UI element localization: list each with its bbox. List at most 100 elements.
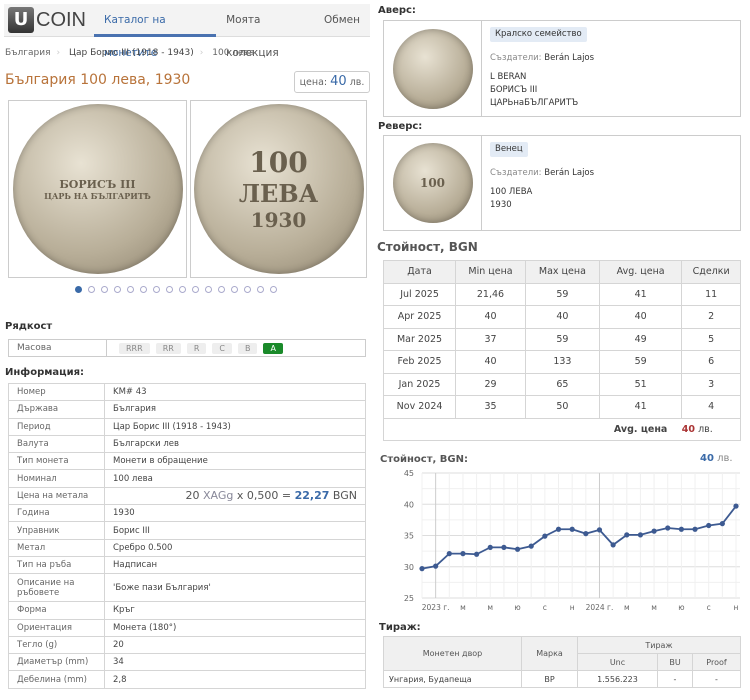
gallery-dot[interactable] — [88, 286, 95, 293]
obverse-tag[interactable]: Кралско семейство — [490, 27, 587, 42]
data-point[interactable] — [692, 526, 698, 532]
info-value: Български лев — [104, 434, 366, 454]
tab-catalog[interactable]: Каталог на монетите — [94, 4, 217, 59]
value-cell: 6 — [681, 350, 741, 374]
reverse-photo[interactable]: 100 ЛЕВА 1930 — [190, 100, 367, 278]
info-row: Управник Борис III — [8, 521, 366, 540]
gallery-dot[interactable] — [140, 286, 147, 293]
data-point[interactable] — [583, 531, 589, 537]
gallery-dot[interactable] — [114, 286, 121, 293]
value-table: Дата Min цена Max цена Avg. цена Сделки Jul 2… — [382, 260, 741, 441]
gallery-dot[interactable] — [218, 286, 225, 293]
gallery-dot[interactable] — [127, 286, 134, 293]
breadcrumb-period[interactable]: Цар Борис III (1918 - 1943) — [69, 48, 194, 58]
value-cell: Jul 2025 — [382, 282, 457, 306]
gallery-dot[interactable] — [270, 286, 277, 293]
data-point[interactable] — [433, 563, 439, 569]
info-heading: Информация: — [5, 367, 84, 378]
info-row: Цена на метала 20 XAGg x 0,500 = 22,27 BG… — [8, 486, 366, 506]
tab-exchange[interactable]: Обмен — [314, 4, 370, 37]
info-value: 100 лева — [104, 469, 366, 488]
info-row: Валута Български лев — [8, 434, 366, 454]
info-label: Валута — [8, 434, 105, 454]
gallery-dot[interactable] — [244, 286, 251, 293]
value-row: Nov 2024 35 50 41 4 — [382, 395, 741, 419]
data-point[interactable] — [610, 542, 616, 548]
gallery-dot[interactable] — [75, 286, 82, 293]
rarity-label: Масова — [9, 340, 107, 356]
data-point[interactable] — [706, 522, 712, 529]
info-label: Тегло (g) — [8, 635, 105, 655]
info-label: Период — [8, 417, 105, 436]
value-cell: 40 — [598, 305, 683, 329]
value-cell: 4 — [681, 395, 741, 419]
reverse-tag[interactable]: Венец — [490, 142, 528, 157]
obverse-thumb[interactable] — [392, 28, 473, 109]
info-label: Номер — [8, 382, 105, 402]
data-point[interactable] — [678, 526, 684, 532]
data-point[interactable] — [419, 566, 425, 572]
gallery-dot[interactable] — [231, 286, 238, 293]
data-point[interactable] — [719, 521, 725, 527]
info-label: Държава — [8, 400, 105, 419]
mintage-heading: Тираж: — [379, 622, 421, 633]
value-cell: Apr 2025 — [382, 305, 457, 329]
rarity-heading: Рядкост — [5, 321, 53, 332]
data-point[interactable] — [637, 532, 644, 538]
metal-value: 20 XAGg x 0,500 = 22,27 BGN — [104, 486, 366, 506]
breadcrumb-country[interactable]: България — [5, 48, 51, 58]
gallery-dot[interactable] — [153, 286, 160, 293]
value-cell: 133 — [524, 350, 600, 374]
data-point[interactable] — [487, 544, 493, 550]
gallery-dot[interactable] — [101, 286, 108, 293]
gallery-dot[interactable] — [179, 286, 186, 293]
data-point[interactable] — [446, 551, 452, 557]
obverse-photo[interactable]: БОРИСЪ III ЦАРЬ НА БЪЛГАРИТѢ — [8, 100, 187, 278]
data-point[interactable] — [501, 544, 507, 550]
breadcrumb: България › Цар Борис III (1918 - 1943) › 1… — [5, 48, 255, 58]
tab-my-collection[interactable]: Моята колекция — [216, 4, 314, 59]
value-cell: Feb 2025 — [382, 350, 457, 374]
info-label: Дебелина (mm) — [8, 670, 105, 689]
info-label: Форма — [8, 601, 105, 620]
x-tick-label: с — [707, 603, 711, 612]
info-value: 2,8 — [104, 670, 366, 689]
info-label: Ориентация — [8, 618, 105, 637]
x-tick-label: ю — [514, 603, 520, 612]
x-tick-label: 2024 г. — [586, 603, 614, 612]
gallery-dot[interactable] — [257, 286, 264, 293]
value-cell: 3 — [681, 372, 741, 396]
data-point[interactable] — [596, 527, 603, 533]
data-point[interactable] — [542, 533, 548, 539]
obverse-heading: Аверс: — [378, 5, 416, 16]
info-row: Номер KM# 43 — [8, 382, 366, 402]
data-point[interactable] — [555, 526, 562, 532]
data-point[interactable] — [665, 525, 671, 531]
obverse-creator[interactable]: Berán Lajos — [544, 53, 594, 63]
value-row: Mar 2025 37 59 49 5 — [382, 327, 741, 351]
price-chart: 45 40 35 30 25 2023 г. м м ю с н 2024 г. м м ю с н — [404, 469, 740, 612]
page-title: България 100 лева, 1930 — [5, 72, 191, 88]
y-tick-label: 35 — [404, 532, 414, 541]
data-point[interactable] — [651, 528, 657, 534]
info-row: Период Цар Борис III (1918 - 1943) — [8, 417, 366, 436]
data-point[interactable] — [474, 551, 480, 557]
value-heading: Стойност, BGN — [377, 240, 478, 254]
value-cell: 50 — [524, 395, 600, 419]
data-point[interactable] — [733, 503, 739, 509]
info-label: Описание на ръбовете — [8, 573, 105, 603]
data-point[interactable] — [624, 532, 630, 538]
reverse-creator[interactable]: Berán Lajos — [544, 168, 594, 178]
data-point[interactable] — [528, 543, 534, 549]
data-point[interactable] — [514, 546, 521, 552]
data-point[interactable] — [569, 526, 575, 532]
ucoin-logo[interactable]: U COIN — [8, 7, 86, 33]
data-point[interactable] — [460, 551, 466, 557]
reverse-thumb[interactable]: 100 — [392, 143, 473, 223]
info-label: Номинал — [8, 469, 105, 488]
rarity-level: A — [263, 342, 283, 354]
gallery-dot[interactable] — [166, 286, 173, 293]
value-col-header: Сделки — [681, 260, 741, 284]
gallery-dot[interactable] — [205, 286, 212, 293]
gallery-dot[interactable] — [192, 286, 199, 293]
